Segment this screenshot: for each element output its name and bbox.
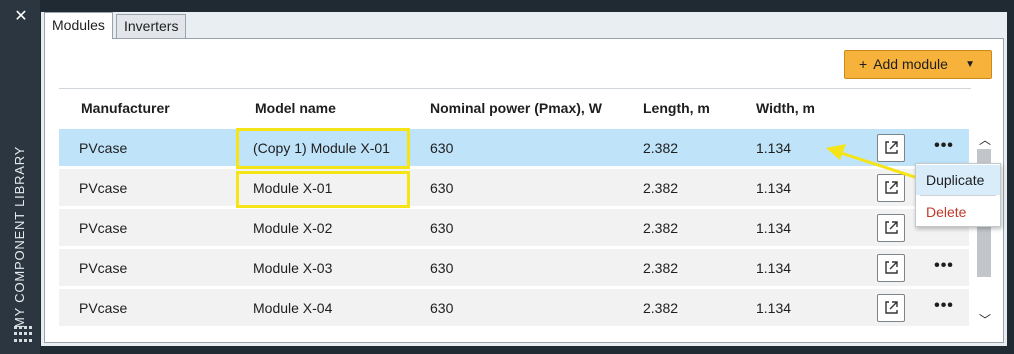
cell-length: 2.382 — [643, 220, 679, 236]
table-row[interactable]: PVcase Module X-02 630 2.382 1.134 ••• — [59, 209, 969, 247]
open-edit-button[interactable] — [877, 214, 905, 242]
table-row[interactable]: PVcase (Copy 1) Module X-01 630 2.382 1.… — [59, 129, 969, 167]
cell-power: 630 — [430, 220, 454, 236]
menu-divider — [920, 195, 996, 196]
cell-power: 630 — [430, 180, 454, 196]
table-row[interactable]: PVcase Module X-01 630 2.382 1.134 — [59, 169, 969, 207]
cell-length: 2.382 — [643, 300, 679, 316]
cell-model-name: Module X-04 — [253, 300, 333, 316]
cell-manufacturer: PVcase — [79, 220, 128, 236]
cell-model-name: Module X-03 — [253, 260, 333, 276]
table-row[interactable]: PVcase Module X-04 630 2.382 1.134 ••• — [59, 289, 969, 327]
menu-item-duplicate[interactable]: Duplicate — [916, 165, 1000, 195]
cell-length: 2.382 — [643, 180, 679, 196]
tab-inverters[interactable]: Inverters — [116, 14, 187, 38]
cell-power: 630 — [430, 260, 454, 276]
open-edit-button[interactable] — [877, 254, 905, 282]
more-options-icon[interactable]: ••• — [931, 129, 957, 163]
grip-icon[interactable] — [14, 326, 32, 344]
column-header-length[interactable]: Length, m — [643, 100, 710, 116]
vertical-scrollbar[interactable]: ︿ ﹀ — [975, 131, 993, 331]
cell-length: 2.382 — [643, 140, 679, 156]
cell-width: 1.134 — [756, 180, 792, 196]
cell-power: 630 — [430, 140, 454, 156]
plus-icon: + — [859, 56, 868, 72]
external-link-icon — [885, 301, 898, 314]
column-header-manufacturer[interactable]: Manufacturer — [81, 100, 170, 116]
column-header-model-name[interactable]: Model name — [255, 100, 336, 116]
sidebar-title: MY COMPONENT LIBRARY — [12, 145, 27, 328]
sidebar: ✕ MY COMPONENT LIBRARY — [0, 0, 40, 354]
table-row[interactable]: PVcase Module X-03 630 2.382 1.134 ••• — [59, 249, 969, 287]
external-link-icon — [885, 221, 898, 234]
open-edit-button[interactable] — [877, 134, 905, 162]
cell-width: 1.134 — [756, 140, 792, 156]
external-link-icon — [885, 141, 898, 154]
cell-manufacturer: PVcase — [79, 260, 128, 276]
cell-manufacturer: PVcase — [79, 140, 128, 156]
external-link-icon — [885, 181, 898, 194]
cell-width: 1.134 — [756, 220, 792, 236]
highlight-box-copy — [236, 128, 410, 169]
open-edit-button[interactable] — [877, 294, 905, 322]
open-edit-button[interactable] — [877, 174, 905, 202]
chevron-up-icon[interactable]: ︿ — [979, 131, 991, 148]
more-options-icon[interactable]: ••• — [931, 289, 957, 323]
add-module-label: Add module — [873, 56, 948, 72]
cell-model-name: Module X-02 — [253, 220, 333, 236]
chevron-down-icon[interactable]: ▼ — [965, 51, 975, 78]
highlight-box-original — [236, 171, 410, 208]
more-options-icon[interactable]: ••• — [931, 249, 957, 283]
cell-manufacturer: PVcase — [79, 300, 128, 316]
cell-power: 630 — [430, 300, 454, 316]
header-divider — [59, 88, 971, 89]
cell-width: 1.134 — [756, 260, 792, 276]
cell-width: 1.134 — [756, 300, 792, 316]
column-header-nominal-power[interactable]: Nominal power (Pmax), W — [430, 100, 602, 116]
menu-item-delete[interactable]: Delete — [916, 197, 1000, 227]
external-link-icon — [885, 261, 898, 274]
close-icon[interactable]: ✕ — [14, 6, 28, 26]
chevron-down-icon[interactable]: ﹀ — [979, 311, 991, 328]
tab-modules[interactable]: Modules — [44, 12, 113, 39]
cell-length: 2.382 — [643, 260, 679, 276]
add-module-button[interactable]: + Add module ▼ — [844, 50, 992, 79]
cell-manufacturer: PVcase — [79, 180, 128, 196]
column-header-width[interactable]: Width, m — [756, 100, 815, 116]
modules-table: Manufacturer Model name Nominal power (P… — [59, 88, 971, 328]
tab-content: + Add module ▼ Manufacturer Model name No… — [44, 38, 1004, 343]
row-context-menu: Duplicate Delete — [915, 163, 1001, 227]
library-panel: Modules Inverters + Add module ▼ Manufact… — [41, 12, 1007, 346]
